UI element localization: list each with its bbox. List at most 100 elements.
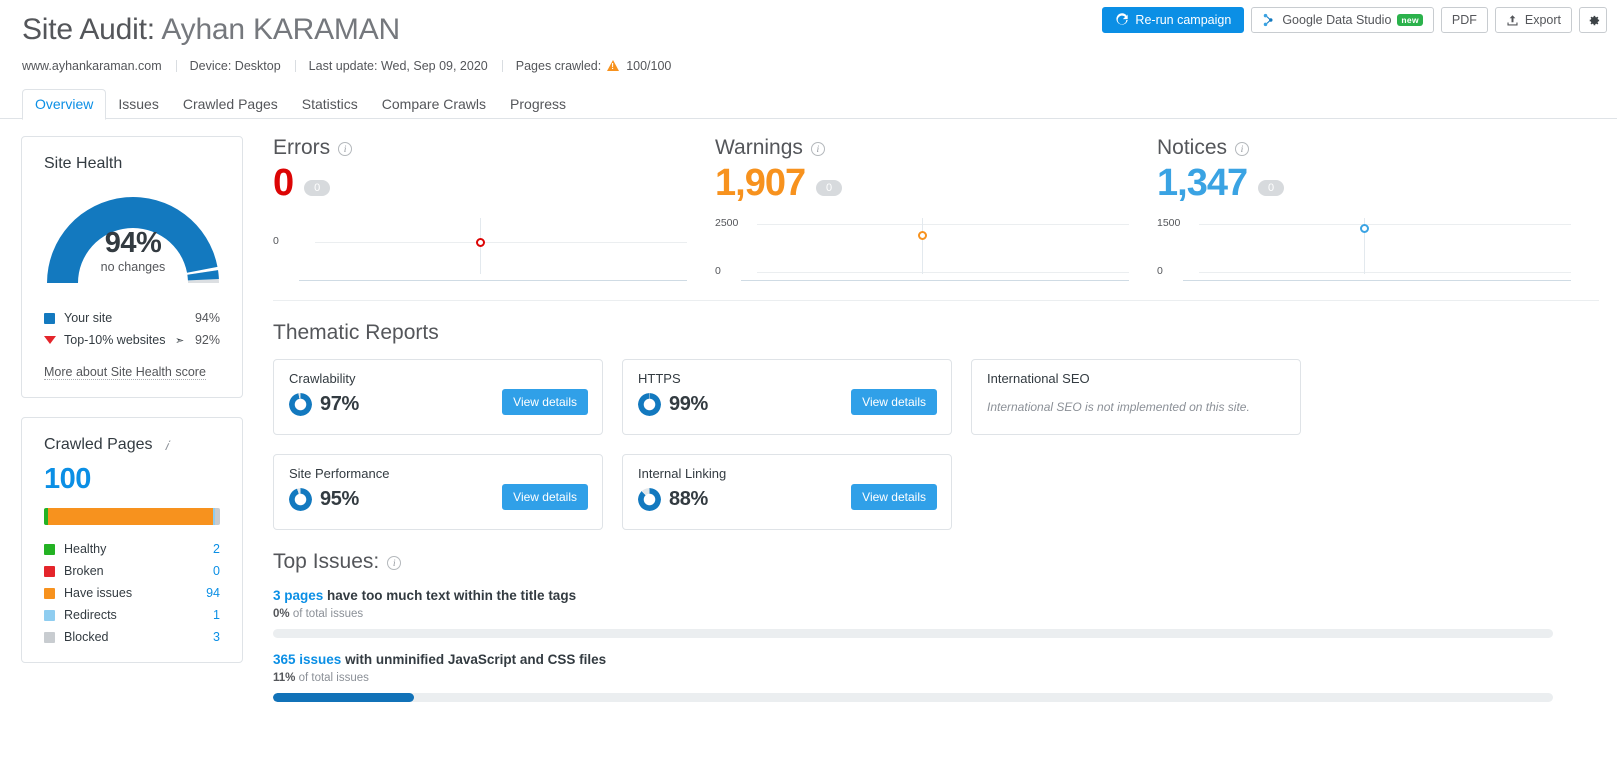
thematic-card-crawlability: Crawlability 97% View details	[273, 359, 603, 435]
issue-link[interactable]: 365 issues	[273, 652, 341, 667]
chevron-down-icon[interactable]: ➣	[175, 334, 184, 347]
site-health-percent: 94%	[104, 227, 162, 259]
rerun-campaign-label: Re-run campaign	[1135, 13, 1232, 27]
sparkline-point[interactable]	[917, 230, 927, 240]
legend-label: Have issues	[64, 586, 133, 600]
meta-domain[interactable]: www.ayhankaraman.com	[22, 59, 176, 73]
metric-delta-badge: 0	[1258, 180, 1285, 196]
crawled-pages-legend: Healthy 2 Broken 0 Have issues 94 Redirects 1 Bl…	[44, 538, 220, 648]
page-header: Site Audit: Ayhan KARAMAN www.ayhankaram…	[0, 0, 1617, 73]
legend-row-top10[interactable]: Top-10% websites ➣ 92%	[44, 329, 220, 351]
tab-crawled-pages[interactable]: Crawled Pages	[171, 90, 290, 119]
crawled-pages-header: Crawled Pages 𝑖	[44, 436, 220, 454]
crawled-pages-title: Crawled Pages	[44, 436, 153, 453]
site-audit-page: Site Audit: Ayhan KARAMAN www.ayhankaram…	[0, 0, 1617, 767]
meta-pages-crawled-label: Pages crawled:	[515, 59, 602, 73]
meta-device: Device: Desktop	[175, 59, 295, 73]
issue-progress-bar	[273, 693, 1553, 702]
info-icon[interactable]: i	[1235, 142, 1250, 156]
thematic-card-percent: 88%	[669, 488, 708, 510]
rerun-campaign-button[interactable]: Re-run campaign	[1102, 7, 1245, 33]
thematic-card-https: HTTPS 99% View details	[622, 359, 952, 435]
google-data-studio-button[interactable]: Google Data Studio new	[1251, 7, 1434, 33]
metric-errors: Errors i 0 0 0	[273, 136, 715, 281]
crawled-pages-legend-row[interactable]: Healthy 2	[44, 538, 220, 560]
progress-ring-icon	[289, 488, 312, 511]
sparkline-point[interactable]	[475, 237, 485, 247]
thematic-card-internal-linking: Internal Linking 88% View details	[622, 454, 952, 530]
crawled-pages-legend-row[interactable]: Redirects 1	[44, 604, 220, 626]
view-details-button[interactable]: View details	[502, 389, 588, 415]
legend-swatch	[44, 587, 55, 599]
gridline	[1199, 272, 1571, 273]
sparkline-point[interactable]	[1359, 224, 1369, 234]
page-title-prefix: Site Audit:	[22, 13, 155, 46]
settings-button[interactable]	[1579, 7, 1607, 33]
tab-overview[interactable]: Overview	[22, 89, 107, 120]
metric-label: Errors	[273, 136, 331, 159]
gear-icon	[1586, 13, 1601, 28]
metric-value-row: 1,907 0	[715, 162, 1129, 204]
info-icon[interactable]: 𝑖	[160, 438, 174, 454]
thematic-reports-grid: Crawlability 97% View details HTTPS 99% View …	[273, 359, 1599, 530]
info-icon[interactable]: i	[387, 556, 402, 570]
site-health-gauge: 94% no changes	[44, 187, 232, 291]
thematic-card-name: HTTPS	[638, 371, 681, 386]
crawled-pages-legend-row[interactable]: Have issues 94	[44, 582, 220, 604]
view-details-button[interactable]: View details	[502, 484, 588, 510]
metric-delta-badge: 0	[816, 180, 843, 196]
view-details-button[interactable]: View details	[851, 389, 937, 415]
view-details-button[interactable]: View details	[851, 484, 937, 510]
info-icon[interactable]: i	[810, 142, 825, 156]
metric-label: Notices	[1157, 136, 1228, 159]
sparkline-baseline	[1183, 280, 1571, 281]
thematic-card-percent: 99%	[669, 393, 708, 415]
main-content: Errors i 0 0 0 Warnings i 1,907 0 2500 0 Notices i 1,…	[263, 136, 1599, 724]
export-button[interactable]: Export	[1494, 7, 1572, 33]
top10-label: Top-10% websites	[64, 333, 166, 347]
top-issues-header: Top Issues: i	[273, 550, 1599, 574]
issue-link[interactable]: 3 pages	[273, 588, 323, 603]
legend-swatch	[44, 609, 55, 621]
issue-percent-suffix: of total issues	[292, 608, 364, 620]
tab-compare-crawls[interactable]: Compare Crawls	[370, 90, 498, 119]
crawled-pages-legend-row[interactable]: Blocked 3	[44, 626, 220, 648]
pdf-button[interactable]: PDF	[1440, 7, 1488, 33]
page-body: Site Health 94% no changes Your site 94%	[0, 119, 1617, 724]
gridline	[315, 242, 687, 243]
pdf-label: PDF	[1451, 13, 1477, 27]
metric-value-row: 1,347 0	[1157, 162, 1571, 204]
metric-sparkline: 2500 0	[715, 210, 1129, 281]
gridline	[757, 272, 1129, 273]
issue-title: 3 pages have too much text within the ti…	[273, 588, 1599, 603]
sidebar: Site Health 94% no changes Your site 94%	[21, 136, 243, 724]
axis-bottom-label: 0	[715, 265, 721, 277]
tab-progress[interactable]: Progress	[498, 90, 578, 119]
your-site-value: 94%	[194, 311, 220, 325]
more-about-site-health-link[interactable]: More about Site Health score	[44, 365, 206, 380]
metrics-row: Errors i 0 0 0 Warnings i 1,907 0 2500 0 Notices i 1,…	[273, 136, 1599, 301]
metric-label: Warnings	[715, 136, 803, 159]
metric-sparkline: 1500 0	[1157, 210, 1571, 281]
sparkline-baseline	[299, 280, 687, 281]
info-icon[interactable]: i	[338, 142, 353, 156]
tab-statistics[interactable]: Statistics	[290, 90, 370, 119]
tab-issues[interactable]: Issues	[106, 90, 170, 119]
your-site-swatch	[44, 312, 55, 324]
metric-header: Errors i	[273, 136, 687, 160]
your-site-label: Your site	[64, 311, 113, 325]
meta-last-update: Last update: Wed, Sep 09, 2020	[294, 59, 502, 73]
legend-label: Redirects	[64, 608, 117, 622]
metric-value: 1,907	[715, 162, 806, 204]
axis-bottom-label: 0	[1157, 265, 1163, 277]
issue-rest: with unminified JavaScript and CSS files	[345, 652, 607, 667]
crawled-pages-legend-row[interactable]: Broken 0	[44, 560, 220, 582]
thematic-card-international-seo: International SEO International SEO is no…	[971, 359, 1301, 435]
site-health-card: Site Health 94% no changes Your site 94%	[21, 136, 243, 398]
stacked-bar-segment	[47, 508, 213, 525]
export-icon	[1506, 14, 1519, 27]
legend-swatch	[44, 543, 55, 555]
progress-ring-icon	[289, 393, 312, 416]
legend-label: Blocked	[64, 630, 109, 644]
issue-progress-bar	[273, 629, 1553, 638]
